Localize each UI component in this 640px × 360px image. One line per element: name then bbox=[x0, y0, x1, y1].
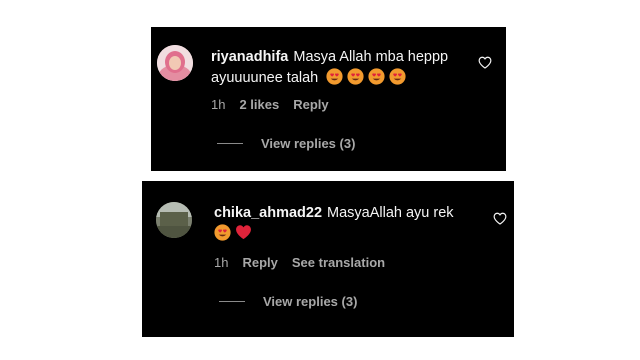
comment-body: riyanadhifa Masya Allah mba heppp ayuuuun… bbox=[211, 47, 466, 89]
profile-photo-icon bbox=[156, 202, 192, 238]
reply-button[interactable]: Reply bbox=[293, 97, 328, 112]
replies-divider-line bbox=[219, 301, 245, 302]
avatar[interactable] bbox=[156, 202, 192, 238]
view-replies-label: View replies (3) bbox=[263, 294, 358, 309]
comment-card-chika-ahmad22: chika_ahmad22 MasyaAllah ayu rek 1h Reply… bbox=[142, 181, 514, 337]
view-replies-button[interactable]: View replies (3) bbox=[217, 136, 355, 151]
comment-time: 1h bbox=[211, 97, 226, 112]
like-heart-icon[interactable] bbox=[478, 56, 492, 69]
comment-time: 1h bbox=[214, 255, 229, 270]
see-translation-button[interactable]: See translation bbox=[292, 255, 385, 270]
reply-button[interactable]: Reply bbox=[242, 255, 277, 270]
red-heart-emoji-icon bbox=[236, 225, 251, 240]
profile-photo-icon bbox=[157, 45, 193, 81]
emoji-group bbox=[326, 68, 406, 85]
emoji-group bbox=[214, 224, 252, 241]
comment-card-riyanadhifa: riyanadhifa Masya Allah mba heppp ayuuuun… bbox=[151, 27, 506, 171]
avatar[interactable] bbox=[157, 45, 193, 81]
view-replies-label: View replies (3) bbox=[261, 136, 356, 151]
replies-divider-line bbox=[217, 143, 243, 144]
comment-body: chika_ahmad22 MasyaAllah ayu rek bbox=[214, 203, 479, 245]
heart-eyes-emoji-icon bbox=[368, 68, 385, 85]
comment-meta: 1h Reply See translation bbox=[214, 255, 385, 270]
comment-text: MasyaAllah ayu rek bbox=[327, 205, 454, 221]
heart-eyes-emoji-icon bbox=[326, 68, 343, 85]
likes-count[interactable]: 2 likes bbox=[239, 97, 279, 112]
heart-eyes-emoji-icon bbox=[347, 68, 364, 85]
comment-username[interactable]: chika_ahmad22 bbox=[214, 205, 322, 221]
heart-eyes-emoji-icon bbox=[389, 68, 406, 85]
view-replies-button[interactable]: View replies (3) bbox=[219, 294, 357, 309]
comment-meta: 1h 2 likes Reply bbox=[211, 97, 329, 112]
comment-username[interactable]: riyanadhifa bbox=[211, 49, 288, 65]
heart-eyes-emoji-icon bbox=[214, 224, 231, 241]
like-heart-icon[interactable] bbox=[493, 212, 507, 225]
